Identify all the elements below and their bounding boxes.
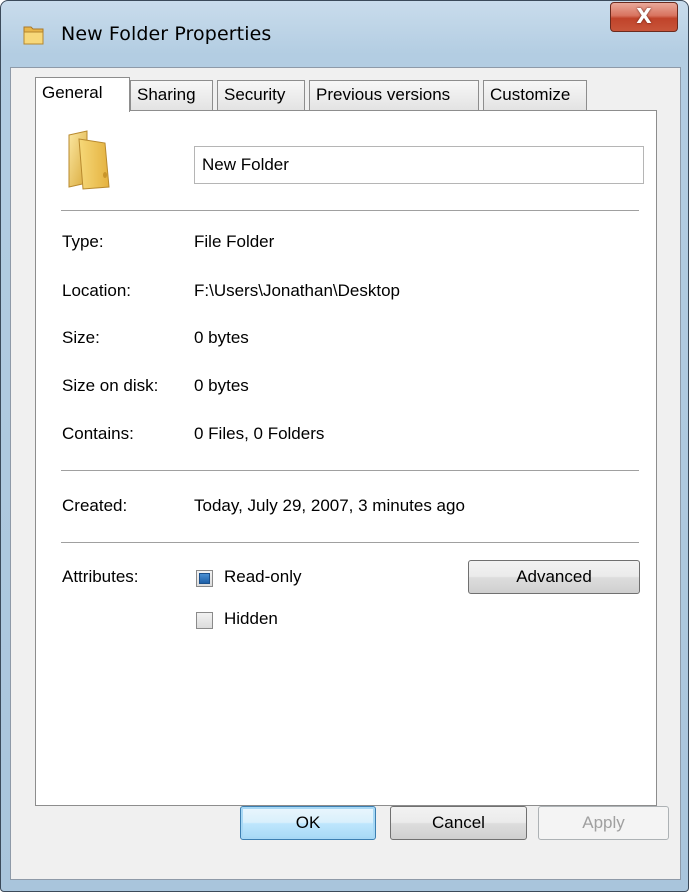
read-only-checkbox[interactable] (196, 570, 213, 587)
ok-button[interactable]: OK (240, 806, 376, 840)
properties-window: New Folder Properties X General Sharing … (0, 0, 689, 892)
advanced-button[interactable]: Advanced (468, 560, 640, 594)
separator (61, 210, 639, 211)
created-label: Created: (62, 496, 128, 515)
tab-previous-versions[interactable]: Previous versions (309, 80, 479, 110)
size-label: Size: (62, 328, 100, 347)
window-title: New Folder Properties (61, 23, 272, 45)
close-icon: X (636, 4, 652, 28)
cancel-button[interactable]: Cancel (390, 806, 527, 840)
type-value: File Folder (194, 232, 275, 251)
tab-sharing[interactable]: Sharing (130, 80, 213, 110)
separator (61, 542, 639, 543)
tab-general[interactable]: General (35, 77, 130, 112)
hidden-label[interactable]: Hidden (224, 609, 278, 629)
close-button[interactable]: X (610, 2, 678, 32)
contains-value: 0 Files, 0 Folders (194, 424, 325, 443)
created-value: Today, July 29, 2007, 3 minutes ago (194, 496, 465, 515)
contains-label: Contains: (62, 424, 134, 443)
folder-icon (23, 26, 44, 45)
apply-button[interactable]: Apply (538, 806, 669, 840)
folder-name-input[interactable] (194, 146, 644, 184)
separator (61, 470, 639, 471)
attributes-label: Attributes: (62, 567, 139, 586)
folder-icon (68, 130, 110, 190)
size-on-disk-value: 0 bytes (194, 376, 249, 395)
location-value: F:\Users\Jonathan\Desktop (194, 281, 400, 300)
read-only-label[interactable]: Read-only (224, 567, 302, 587)
tab-security[interactable]: Security (217, 80, 305, 110)
general-tab-panel: Type: File Folder Location: F:\Users\Jon… (35, 110, 657, 806)
dialog-client-area: General Sharing Security Previous versio… (10, 67, 681, 880)
type-label: Type: (62, 232, 104, 251)
location-label: Location: (62, 281, 131, 300)
hidden-checkbox[interactable] (196, 612, 213, 629)
tab-customize[interactable]: Customize (483, 80, 587, 110)
title-bar[interactable]: New Folder Properties X (1, 1, 688, 67)
size-on-disk-label: Size on disk: (62, 376, 159, 395)
size-value: 0 bytes (194, 328, 249, 347)
